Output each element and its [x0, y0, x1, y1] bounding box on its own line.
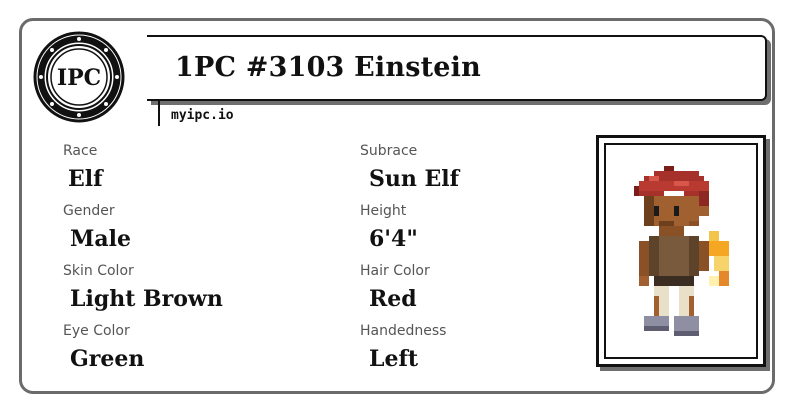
- gender-value: Male: [70, 226, 131, 252]
- race-value: Elf: [68, 166, 103, 192]
- height-label: Height: [360, 203, 407, 219]
- hair-color-label: Hair Color: [360, 263, 430, 279]
- character-portrait-frame: [596, 135, 766, 367]
- ipc-seal-icon: IPC: [33, 31, 125, 123]
- page-title: 1PC #3103 Einstein: [175, 52, 481, 83]
- hair-color-value: Red: [369, 286, 417, 312]
- subrace-value: Sun Elf: [369, 166, 460, 192]
- skin-color-value: Light Brown: [70, 286, 223, 312]
- title-divider: [158, 100, 160, 126]
- gender-label: Gender: [63, 203, 115, 219]
- pixel-character-portrait: [634, 166, 729, 336]
- race-label: Race: [63, 143, 98, 159]
- handedness-value: Left: [369, 346, 419, 372]
- height-value: 6'4": [369, 226, 418, 252]
- handedness-label: Handedness: [360, 323, 447, 339]
- title-box: 1PC #3103 Einstein: [147, 35, 767, 101]
- eye-color-value: Green: [70, 346, 145, 372]
- domain-link[interactable]: myipc.io: [171, 108, 234, 123]
- subrace-label: Subrace: [360, 143, 418, 159]
- skin-color-label: Skin Color: [63, 263, 134, 279]
- logo-text: IPC: [57, 65, 101, 91]
- eye-color-label: Eye Color: [63, 323, 130, 339]
